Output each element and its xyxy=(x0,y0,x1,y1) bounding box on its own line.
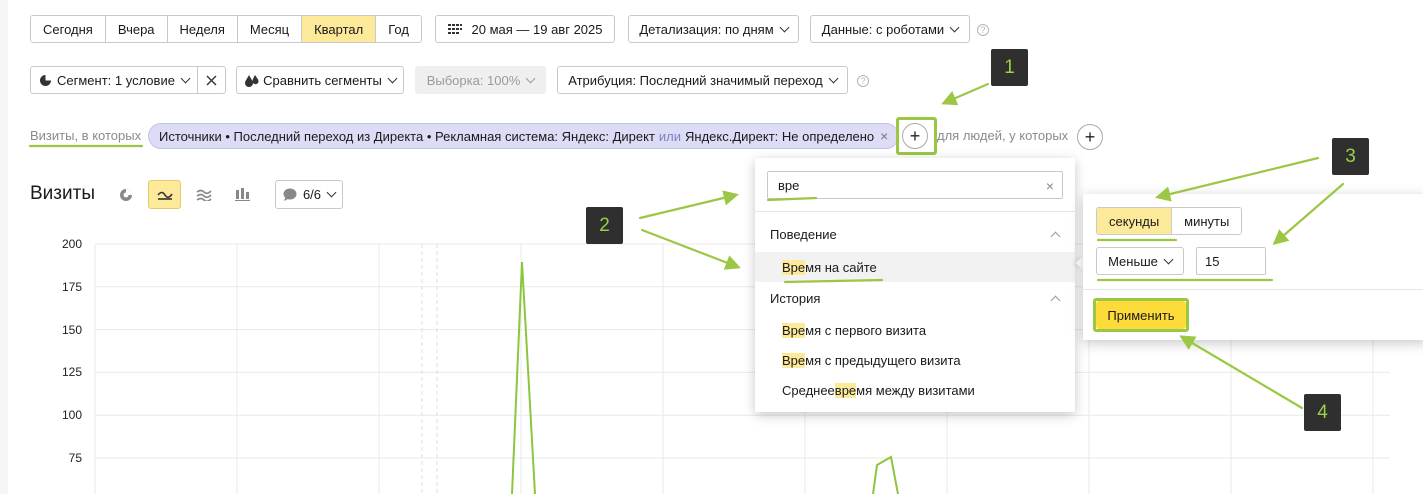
arrow-2a xyxy=(638,190,739,220)
annotation-badge-4: 4 xyxy=(1304,394,1341,431)
arrow-1 xyxy=(941,82,990,106)
annotation-overlay xyxy=(28,82,1345,410)
arrow-3a xyxy=(1155,156,1320,202)
annotation-badge-2: 2 xyxy=(586,207,623,244)
underline-time-on-site xyxy=(783,278,884,284)
underline-search xyxy=(766,196,818,202)
arrow-3b xyxy=(1272,182,1345,246)
arrow-4 xyxy=(1179,335,1304,410)
annotation-badge-3: 3 xyxy=(1332,138,1369,175)
annotation-badge-1: 1 xyxy=(991,49,1028,86)
arrow-2b xyxy=(640,228,741,270)
